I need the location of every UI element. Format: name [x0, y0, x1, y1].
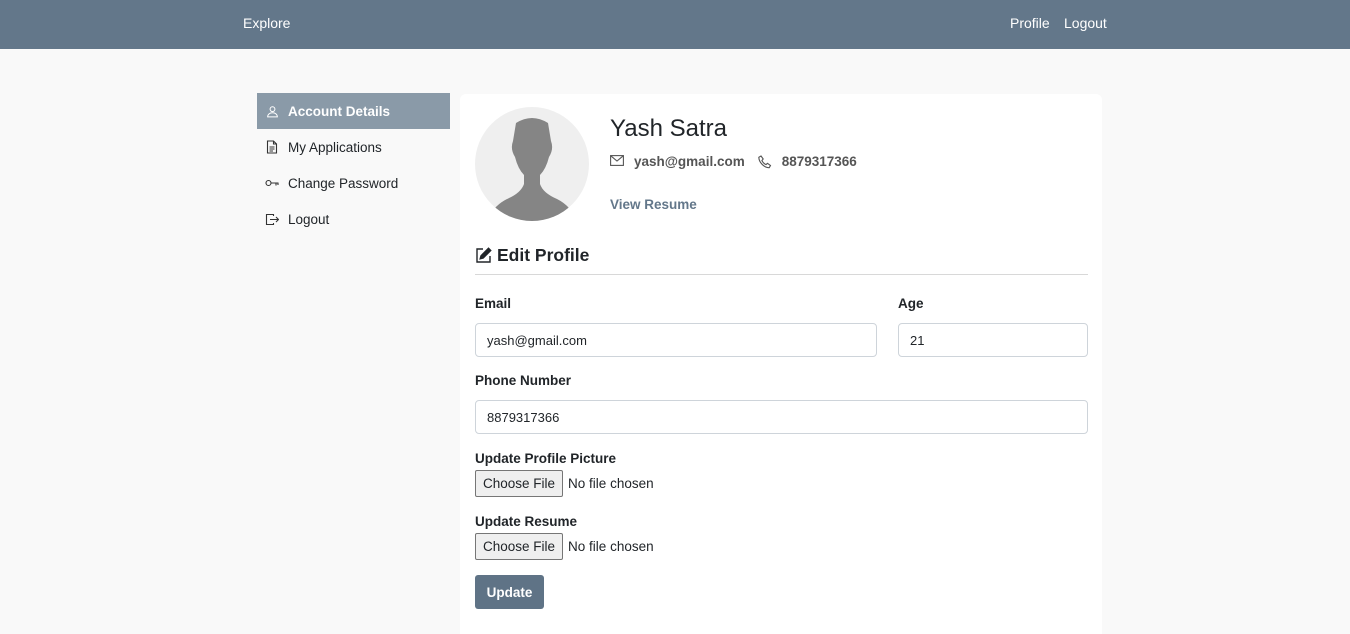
- edit-profile-title: Edit Profile: [497, 245, 590, 265]
- sidebar-item-my-applications[interactable]: My Applications: [257, 129, 450, 165]
- email-label: Email: [475, 296, 512, 311]
- sidebar-item-label: Account Details: [288, 103, 391, 119]
- envelope-icon: [610, 155, 625, 168]
- top-navbar: Explore Profile Logout: [0, 0, 1350, 49]
- resume-file-input: Choose File No file chosen: [475, 533, 654, 560]
- nav-brand-explore[interactable]: Explore: [243, 15, 290, 31]
- edit-icon: [475, 247, 492, 264]
- resume-label: Update Resume: [475, 514, 578, 529]
- profile-email: yash@gmail.com: [634, 154, 745, 169]
- choose-resume-button[interactable]: Choose File: [475, 533, 564, 560]
- section-divider: [475, 274, 1088, 275]
- profile-card: Yash Satra yash@gmail.com 8879317366 Vie…: [460, 94, 1102, 634]
- profile-phone: 8879317366: [781, 154, 857, 169]
- sidebar-item-logout[interactable]: Logout: [257, 201, 450, 237]
- contact-info: yash@gmail.com 8879317366: [610, 154, 857, 169]
- edit-profile-heading: Edit Profile: [475, 245, 589, 266]
- phone-label: Phone Number: [475, 373, 572, 388]
- phone-icon: [757, 155, 773, 169]
- sidebar-item-label: My Applications: [288, 139, 382, 155]
- user-icon: [265, 104, 279, 118]
- profile-picture-file-input: Choose File No file chosen: [475, 470, 654, 497]
- profile-picture-label: Update Profile Picture: [475, 451, 617, 466]
- resume-file-status: No file chosen: [568, 539, 654, 554]
- profile-name: Yash Satra: [610, 115, 727, 142]
- avatar: [475, 107, 589, 221]
- phone-number-field[interactable]: [475, 400, 1088, 434]
- nav-profile-link[interactable]: Profile: [1010, 15, 1050, 31]
- sidebar: Account Details My Applications Change P…: [257, 93, 450, 237]
- age-field[interactable]: [898, 323, 1088, 357]
- sidebar-item-label: Change Password: [288, 175, 399, 191]
- nav-logout-link[interactable]: Logout: [1064, 15, 1107, 31]
- update-button[interactable]: Update: [475, 575, 544, 609]
- avatar-placeholder-icon: [487, 118, 577, 221]
- key-icon: [265, 176, 279, 190]
- view-resume-link[interactable]: View Resume: [610, 197, 697, 212]
- sidebar-item-label: Logout: [288, 211, 330, 227]
- choose-profile-picture-button[interactable]: Choose File: [475, 470, 564, 497]
- logout-icon: [265, 212, 279, 226]
- age-label: Age: [898, 296, 924, 311]
- email-field[interactable]: [475, 323, 877, 357]
- sidebar-item-change-password[interactable]: Change Password: [257, 165, 450, 201]
- sidebar-item-account-details[interactable]: Account Details: [257, 93, 450, 129]
- profile-picture-file-status: No file chosen: [568, 476, 654, 491]
- document-icon: [265, 140, 279, 154]
